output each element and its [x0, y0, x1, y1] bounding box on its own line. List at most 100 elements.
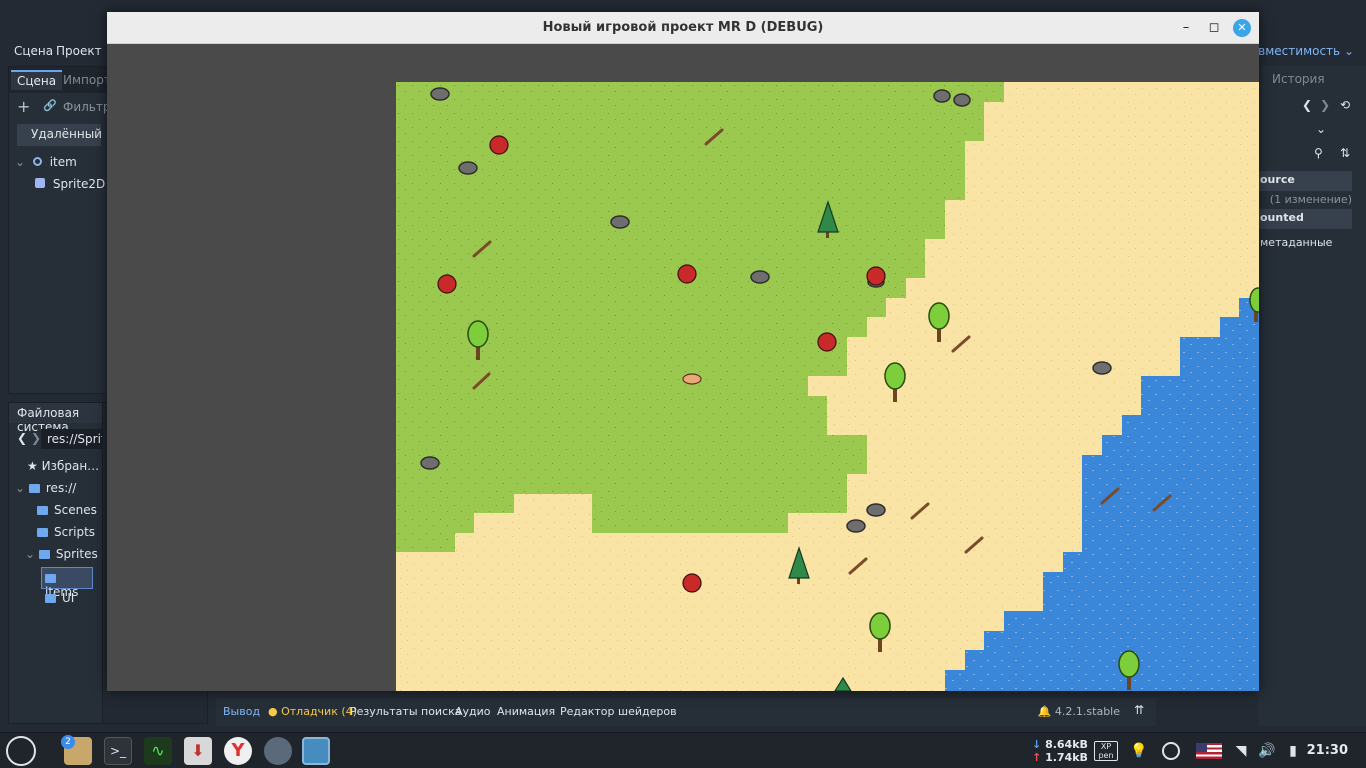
metadata-row[interactable]: метаданные	[1258, 234, 1352, 254]
tab-import[interactable]: Импорт	[63, 73, 111, 87]
sprite2d-icon	[35, 178, 45, 188]
apple	[437, 274, 457, 294]
tree-node-label: item	[49, 155, 77, 169]
pin-icon[interactable]: ⇈	[1134, 703, 1144, 717]
fs-folder-scripts[interactable]: Scripts	[37, 525, 95, 539]
flag-canton	[1196, 743, 1207, 752]
rock	[750, 270, 770, 284]
fs-label: Scripts	[54, 525, 96, 539]
tab-history[interactable]: История	[1272, 72, 1325, 86]
player-character	[682, 373, 702, 385]
xp-pen-icon[interactable]: XP pen	[1094, 741, 1118, 761]
window-titlebar[interactable]: Новый игровой проект MR D (DEBUG) – ◻ ✕	[107, 12, 1259, 44]
fs-label: Избран…	[41, 459, 100, 473]
back-icon[interactable]: ❮	[17, 431, 27, 445]
settings-icon[interactable]	[264, 737, 292, 765]
tab-scene[interactable]: Сцена	[11, 70, 63, 90]
compatibility-renderer-button[interactable]: Совместимость ⌄	[1242, 44, 1354, 58]
rock	[420, 456, 440, 470]
down-arrow-icon: ↓	[1032, 738, 1042, 751]
link-icon[interactable]: 🔗	[43, 99, 57, 112]
collapse-arrow-icon: ⌄	[25, 547, 36, 561]
inspector-dock	[1258, 66, 1366, 726]
up-arrow-icon: ↑	[1032, 751, 1042, 764]
rock	[458, 161, 478, 175]
apple	[866, 266, 886, 286]
apple	[677, 264, 697, 284]
version-label: 🔔 4.2.1.stable	[1038, 705, 1120, 718]
tree-node-item[interactable]: ⌄ item	[15, 155, 77, 169]
rock	[610, 215, 630, 229]
rock	[1092, 361, 1112, 375]
search-icon[interactable]: ⚲	[1314, 146, 1323, 160]
tab-animation[interactable]: Анимация	[497, 705, 555, 718]
volume-icon[interactable]: 🔊	[1258, 742, 1276, 760]
history-forward-icon[interactable]: ❯	[1320, 98, 1330, 112]
files-badge: 2	[61, 735, 75, 749]
fs-folder-sprites[interactable]: ⌄ Sprites	[25, 547, 98, 561]
fs-root[interactable]: ⌄ res://	[15, 481, 76, 495]
tab-shader-editor[interactable]: Редактор шейдеров	[560, 705, 677, 718]
filter-icon[interactable]: ⇅	[1340, 146, 1350, 160]
minimize-icon[interactable]: –	[1177, 19, 1195, 37]
change-count: (1 изменение)	[1269, 193, 1352, 206]
add-node-icon[interactable]: +	[17, 97, 30, 116]
history-icon[interactable]: ⟲	[1340, 98, 1350, 112]
scene-dock-tabs: Сцена Импорт	[9, 67, 111, 93]
folder-icon	[37, 506, 48, 515]
net-up-value: 1.74kB	[1045, 751, 1088, 764]
history-back-icon[interactable]: ❮	[1302, 98, 1312, 112]
taskbar: 2 >_ ∿ ⬇ Y ↓ 8.64kB ↑ 1.74kB XP pen 💡 ◥ …	[0, 732, 1366, 768]
steam-icon[interactable]	[1162, 742, 1180, 760]
collapse-arrow-icon: ⌄	[15, 155, 26, 169]
tab-output[interactable]: Вывод	[223, 705, 260, 718]
folder-icon	[45, 594, 56, 603]
filesystem-title: Файловая система	[9, 403, 107, 434]
rock	[430, 87, 450, 101]
tab-audio[interactable]: Аудио	[455, 705, 491, 718]
dropdown-icon[interactable]: ⌄	[1316, 122, 1326, 136]
battery-icon[interactable]: ▮	[1284, 742, 1302, 760]
maximize-icon[interactable]: ◻	[1205, 19, 1223, 37]
fs-folder-items[interactable]: items	[41, 567, 93, 599]
game-debug-window: Новый игровой проект MR D (DEBUG) – ◻ ✕	[107, 12, 1259, 691]
version-text: 4.2.1.stable	[1054, 705, 1120, 718]
fs-folder-scenes[interactable]: Scenes	[37, 503, 97, 517]
terminal-icon[interactable]: >_	[104, 737, 132, 765]
clock[interactable]: 21:30	[1307, 743, 1348, 758]
menu-scene[interactable]: Сцена	[14, 44, 53, 58]
fs-favorites[interactable]: ★ Избран…	[27, 459, 99, 473]
tree-node-label: Sprite2D	[52, 177, 106, 191]
window-title: Новый игровой проект MR D (DEBUG)	[542, 20, 824, 35]
folder-icon	[37, 528, 48, 537]
network-monitor: ↓ 8.64kB ↑ 1.74kB	[1032, 738, 1088, 764]
game-map	[396, 82, 1259, 691]
fs-label: UI	[62, 591, 75, 605]
inspector-section-mounted[interactable]: ounted	[1258, 209, 1352, 229]
menu-project[interactable]: Проект	[56, 44, 102, 58]
lightbulb-icon[interactable]: 💡	[1130, 742, 1148, 760]
fs-folder-ui[interactable]: UI	[45, 591, 74, 605]
yandex-browser-icon[interactable]: Y	[224, 737, 252, 765]
apple	[817, 332, 837, 352]
folder-icon	[45, 574, 56, 583]
system-monitor-icon[interactable]: ∿	[144, 737, 172, 765]
download-manager-icon[interactable]: ⬇	[184, 737, 212, 765]
tab-debugger[interactable]: ● Отладчик (4)	[268, 705, 357, 718]
tree-node-sprite2d[interactable]: Sprite2D	[35, 177, 105, 191]
wifi-icon[interactable]: ◥	[1232, 742, 1250, 760]
game-viewport[interactable]	[396, 82, 1259, 691]
godot-icon[interactable]	[302, 737, 330, 765]
tab-search-results[interactable]: Результаты поиска	[350, 705, 462, 718]
inspector-section-resource[interactable]: ource	[1258, 171, 1352, 191]
net-download: ↓ 8.64kB	[1032, 738, 1088, 751]
mint-menu-icon[interactable]	[6, 736, 36, 766]
path-field[interactable]: res://Sprites/	[41, 429, 123, 449]
remote-tab[interactable]: Удалённый	[17, 124, 102, 146]
forward-icon[interactable]: ❯	[31, 431, 41, 445]
bottom-panel-tabs: Вывод ● Отладчик (4) Результаты поиска А…	[216, 698, 1156, 726]
apple	[682, 573, 702, 593]
us-flag-keyboard-icon[interactable]	[1196, 743, 1222, 759]
net-down-value: 8.64kB	[1045, 738, 1088, 751]
close-icon[interactable]: ✕	[1233, 19, 1251, 37]
